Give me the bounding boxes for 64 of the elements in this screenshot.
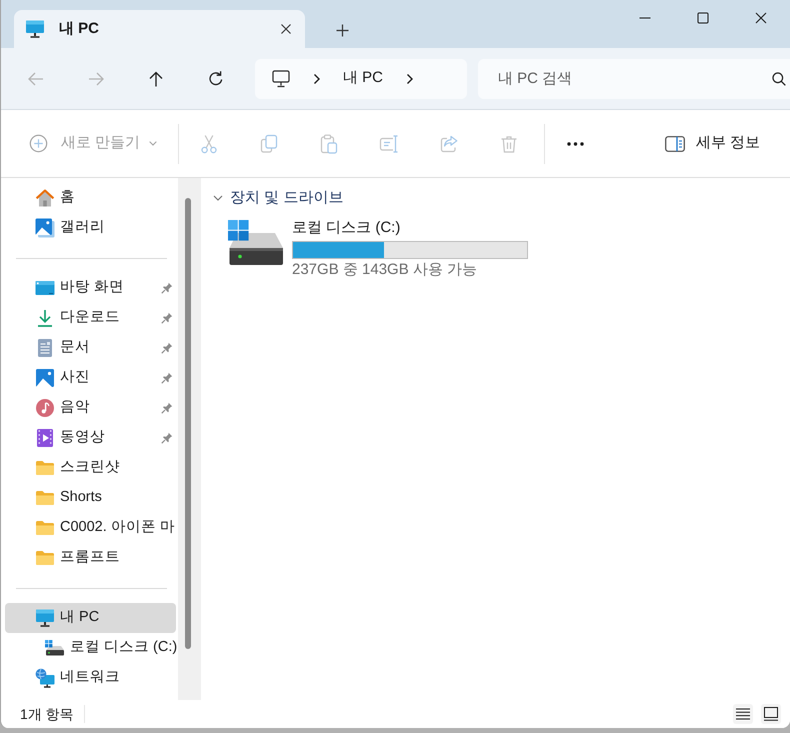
sidebar-item[interactable]: 문서 xyxy=(5,333,176,363)
sidebar-item[interactable]: 프롬프트 xyxy=(5,543,176,573)
sidebar-item[interactable]: Shorts xyxy=(5,483,176,513)
rename-icon xyxy=(379,134,400,154)
copy-icon xyxy=(259,134,280,154)
download-icon xyxy=(35,308,55,328)
scrollbar-thumb[interactable] xyxy=(185,198,191,649)
plus-circle-icon xyxy=(29,134,48,153)
folder-icon xyxy=(35,550,55,566)
tiles-icon xyxy=(764,707,778,721)
breadcrumb-segment[interactable]: 내 PC xyxy=(343,67,384,90)
drive-icon[interactable] xyxy=(228,220,284,266)
monitor-icon xyxy=(271,70,291,88)
chevron-down-icon xyxy=(149,141,158,146)
gallery-icon xyxy=(35,218,55,238)
trash-icon xyxy=(499,134,520,154)
drive-name[interactable]: 로컬 디스크 (C:) xyxy=(292,219,528,237)
more-icon xyxy=(566,142,584,146)
maximize-icon xyxy=(697,12,709,24)
music-icon xyxy=(35,398,55,418)
list-icon xyxy=(736,708,750,720)
clipboard-icon xyxy=(319,134,340,154)
drive-icon xyxy=(45,640,65,656)
sidebar-item[interactable]: 내 PC xyxy=(5,603,176,633)
group-header[interactable]: 장치 및 드라이브 xyxy=(213,183,344,213)
monitor-icon xyxy=(35,609,55,627)
close-icon xyxy=(755,12,767,24)
item-count: 1개 항목 xyxy=(20,704,74,724)
sidebar-item[interactable]: C0002. 아이폰 마 xyxy=(5,513,176,543)
details-button[interactable]: 세부 정보 xyxy=(662,126,762,162)
chevron-right-icon[interactable] xyxy=(313,72,321,84)
search-icon[interactable] xyxy=(772,72,786,86)
home-icon xyxy=(35,188,55,208)
monitor-icon xyxy=(25,20,45,38)
folder-icon xyxy=(35,460,55,476)
details-view-button[interactable] xyxy=(733,704,753,724)
folder-icon xyxy=(35,520,55,536)
sidebar-item[interactable]: 음악 xyxy=(5,393,176,423)
sidebar-item[interactable]: 갤러리 xyxy=(5,213,176,243)
sidebar-item[interactable]: 스크린샷 xyxy=(5,453,176,483)
sidebar-item[interactable]: 로컬 디스크 (C:) xyxy=(5,633,176,663)
close-icon xyxy=(280,23,292,35)
sidebar-item[interactable]: 바탕 화면 xyxy=(5,273,176,303)
sidebar-item[interactable]: 네트워크 xyxy=(5,663,176,693)
chevron-right-icon[interactable] xyxy=(406,72,414,84)
tiles-view-button[interactable] xyxy=(761,704,781,724)
storage-caption: 237GB 중 143GB 사용 가능 xyxy=(292,261,478,279)
desktop-icon xyxy=(35,280,55,296)
address-bar[interactable]: 내 PC xyxy=(255,58,467,98)
panel-icon xyxy=(664,136,685,152)
sidebar-item[interactable]: 홈 xyxy=(5,183,176,213)
network-icon xyxy=(35,668,55,688)
picture-icon xyxy=(35,368,55,388)
tab[interactable]: 내 PC xyxy=(14,10,305,48)
document-icon xyxy=(35,338,55,358)
sidebar-item[interactable]: 다운로드 xyxy=(5,303,176,333)
scissors-icon xyxy=(199,134,220,154)
plus-icon xyxy=(336,24,348,36)
sidebar-item[interactable]: 사진 xyxy=(5,363,176,393)
search-field[interactable]: 내 PC 검색 xyxy=(478,58,790,98)
sidebar-item[interactable]: 동영상 xyxy=(5,423,176,453)
share-icon xyxy=(439,134,460,154)
video-icon xyxy=(35,428,55,448)
folder-icon xyxy=(35,490,55,506)
